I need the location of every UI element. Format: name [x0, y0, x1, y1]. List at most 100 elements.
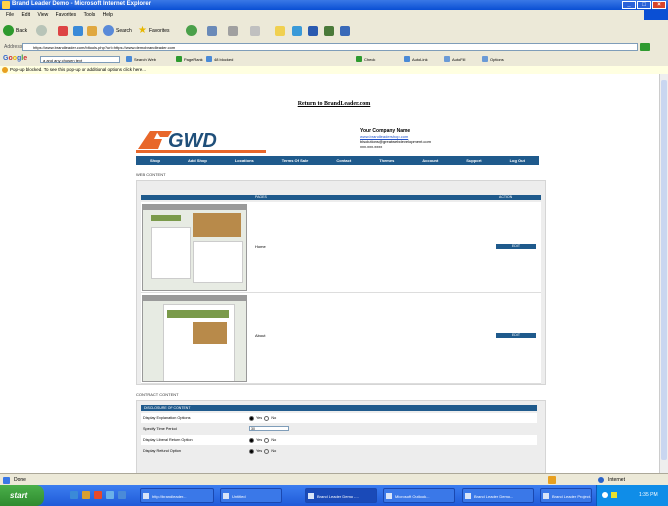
- start-button[interactable]: start: [0, 485, 44, 506]
- address-input[interactable]: https://www.brandleader.com/bltools.php?…: [22, 43, 638, 51]
- discuss-button[interactable]: [292, 24, 302, 37]
- vertical-scrollbar[interactable]: [659, 74, 668, 473]
- search-button[interactable]: Search: [103, 24, 132, 37]
- nav-themes[interactable]: Themes: [379, 158, 394, 163]
- nav-log-out[interactable]: Log Out: [510, 158, 525, 163]
- refresh-icon: [73, 25, 83, 36]
- taskbar-item[interactable]: Untitled: [220, 488, 282, 503]
- edit-button[interactable]: EDIT: [496, 244, 536, 249]
- quicklaunch-outlook-icon[interactable]: [94, 491, 102, 499]
- toolbar: Back Search ★ Favorites: [0, 20, 668, 42]
- refresh-button[interactable]: [73, 24, 83, 37]
- home-button[interactable]: [87, 24, 97, 37]
- quicklaunch-desktop-icon[interactable]: [106, 491, 114, 499]
- menu-tools[interactable]: Tools: [84, 12, 96, 18]
- close-button[interactable]: ×: [652, 1, 666, 9]
- warning-icon: [2, 67, 8, 73]
- nav-contact[interactable]: Contact: [336, 158, 351, 163]
- globe-icon: [598, 477, 604, 483]
- edit-button[interactable]: EDIT: [496, 333, 536, 338]
- radio-no[interactable]: [264, 448, 270, 454]
- folder-button[interactable]: [275, 24, 285, 37]
- taskbar-item[interactable]: Brand Leader Project...: [540, 488, 592, 503]
- radio-yes[interactable]: [249, 437, 254, 443]
- menu-help[interactable]: Help: [103, 12, 113, 18]
- nav-account[interactable]: Account: [422, 158, 438, 163]
- system-tray: 1:35 PM: [596, 485, 668, 506]
- nav-support[interactable]: Support: [466, 158, 481, 163]
- status-text: Done: [14, 477, 26, 483]
- edit-button[interactable]: [250, 24, 260, 37]
- google-search-input[interactable]: a and any chosen text: [40, 56, 120, 63]
- google-check[interactable]: Check: [356, 56, 375, 62]
- nav-locations[interactable]: Locations: [235, 158, 254, 163]
- return-link[interactable]: Return to BrandLeader.com: [0, 101, 668, 107]
- window-title: Brand Leader Demo - Microsoft Internet E…: [12, 1, 152, 7]
- scrollbar-thumb[interactable]: [661, 80, 667, 460]
- maximize-button[interactable]: □: [637, 1, 651, 9]
- page-row: About EDIT: [141, 293, 541, 384]
- google-search-button[interactable]: Search Web: [126, 56, 156, 62]
- taskbar-item[interactable]: Microsoft Outlook...: [383, 488, 455, 503]
- menu-favorites[interactable]: Favorites: [56, 12, 77, 18]
- clock: 1:35 PM: [639, 492, 658, 498]
- google-pagerank[interactable]: PageRank: [176, 56, 203, 62]
- company-phone: xxx.xxx.xxxx: [360, 144, 383, 149]
- google-logo[interactable]: Google: [3, 55, 27, 62]
- google-autofill[interactable]: AutoFill: [444, 56, 465, 62]
- web-content-title: WEB CONTENT: [136, 172, 166, 177]
- google-search-icon: [126, 56, 132, 62]
- radio-yes[interactable]: [249, 415, 254, 421]
- taskbar-item-active[interactable]: Brand Leader Demo -...: [305, 488, 377, 503]
- quicklaunch-folder-icon[interactable]: [82, 491, 90, 499]
- gwd-logo-graphic: GWD: [136, 130, 266, 153]
- messenger-icon: [308, 25, 318, 36]
- setting-row: Display Explanation Options Yes No: [141, 413, 537, 423]
- forward-arrow-icon: [36, 25, 47, 36]
- google-autolink[interactable]: AutoLink: [404, 56, 428, 62]
- research-button[interactable]: [324, 24, 334, 37]
- security-icon: [548, 476, 556, 484]
- history-icon: [186, 25, 197, 36]
- page-thumbnail: [142, 204, 247, 291]
- google-options[interactable]: Options: [482, 56, 504, 62]
- mail-button[interactable]: [207, 24, 217, 37]
- discuss-icon: [292, 25, 302, 36]
- quicklaunch-ie-icon[interactable]: [70, 491, 78, 499]
- nav-shop[interactable]: Shop: [150, 158, 160, 163]
- go-button[interactable]: [640, 43, 650, 51]
- forward-button[interactable]: [36, 24, 47, 37]
- gwd-logo: GWD: [136, 125, 266, 155]
- quicklaunch-media-icon[interactable]: [118, 491, 126, 499]
- volume-icon[interactable]: [611, 492, 617, 498]
- taskbar-item[interactable]: http://brandleader...: [140, 488, 214, 503]
- setting-options: Yes No: [249, 446, 276, 456]
- print-button[interactable]: [228, 24, 238, 37]
- menu-file[interactable]: File: [6, 12, 14, 18]
- radio-yes[interactable]: [249, 448, 254, 454]
- setting-row: Display Refund Option Yes No: [141, 446, 537, 456]
- check-icon: [356, 56, 362, 62]
- radio-no[interactable]: [264, 415, 270, 421]
- page-done-icon: [3, 477, 10, 484]
- network-icon[interactable]: [602, 492, 608, 498]
- taskbar-item[interactable]: Brand Leader Demo...: [462, 488, 534, 503]
- nav-terms-of-sale[interactable]: Terms Of Sale: [282, 158, 309, 163]
- nav-add-shop[interactable]: Add Shop: [188, 158, 207, 163]
- stop-button[interactable]: [58, 24, 68, 37]
- setting-label: Display Explanation Options: [143, 416, 191, 420]
- menu-edit[interactable]: Edit: [21, 12, 30, 18]
- minimize-button[interactable]: _: [622, 1, 636, 9]
- history-button[interactable]: [186, 24, 197, 37]
- action-column-header: ACTION: [499, 195, 513, 199]
- web-content-panel: PAGES ACTION Home EDIT About EDIT: [136, 180, 546, 385]
- back-button[interactable]: Back: [3, 24, 27, 37]
- menu-view[interactable]: View: [37, 12, 48, 18]
- tools-button[interactable]: [340, 24, 350, 37]
- favorites-button[interactable]: ★ Favorites: [138, 24, 170, 37]
- radio-no[interactable]: [264, 437, 270, 443]
- google-popup-blocked[interactable]: 48 blocked: [206, 56, 233, 62]
- tools-icon: [340, 25, 350, 36]
- time-period-select[interactable]: 30: [249, 426, 289, 431]
- messenger-button[interactable]: [308, 24, 318, 37]
